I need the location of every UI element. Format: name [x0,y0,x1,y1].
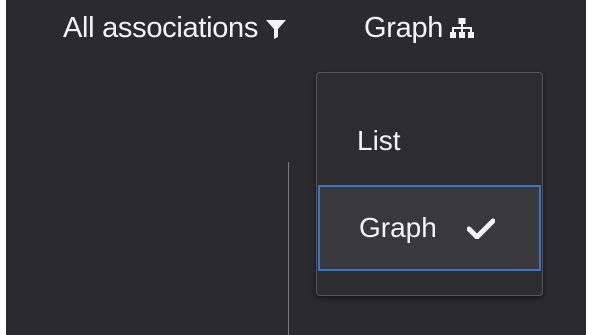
menu-option-label: List [357,125,401,156]
associations-filter-dropdown[interactable]: All associations [63,12,287,45]
sitemap-icon [450,17,475,40]
menu-option-label: Graph [359,212,437,243]
graph-divider-line [288,162,289,335]
view-mode-label: Graph [364,12,444,44]
filter-icon [265,19,287,39]
menu-option-list[interactable]: List [317,113,542,169]
view-mode-dropdown[interactable]: Graph [364,12,475,45]
view-mode-menu: List Graph [316,72,543,296]
app-canvas: All associations Graph List Graph [6,0,586,335]
menu-option-graph[interactable]: Graph [318,185,541,271]
checkmark-icon [466,217,495,239]
associations-filter-label: All associations [63,12,259,44]
